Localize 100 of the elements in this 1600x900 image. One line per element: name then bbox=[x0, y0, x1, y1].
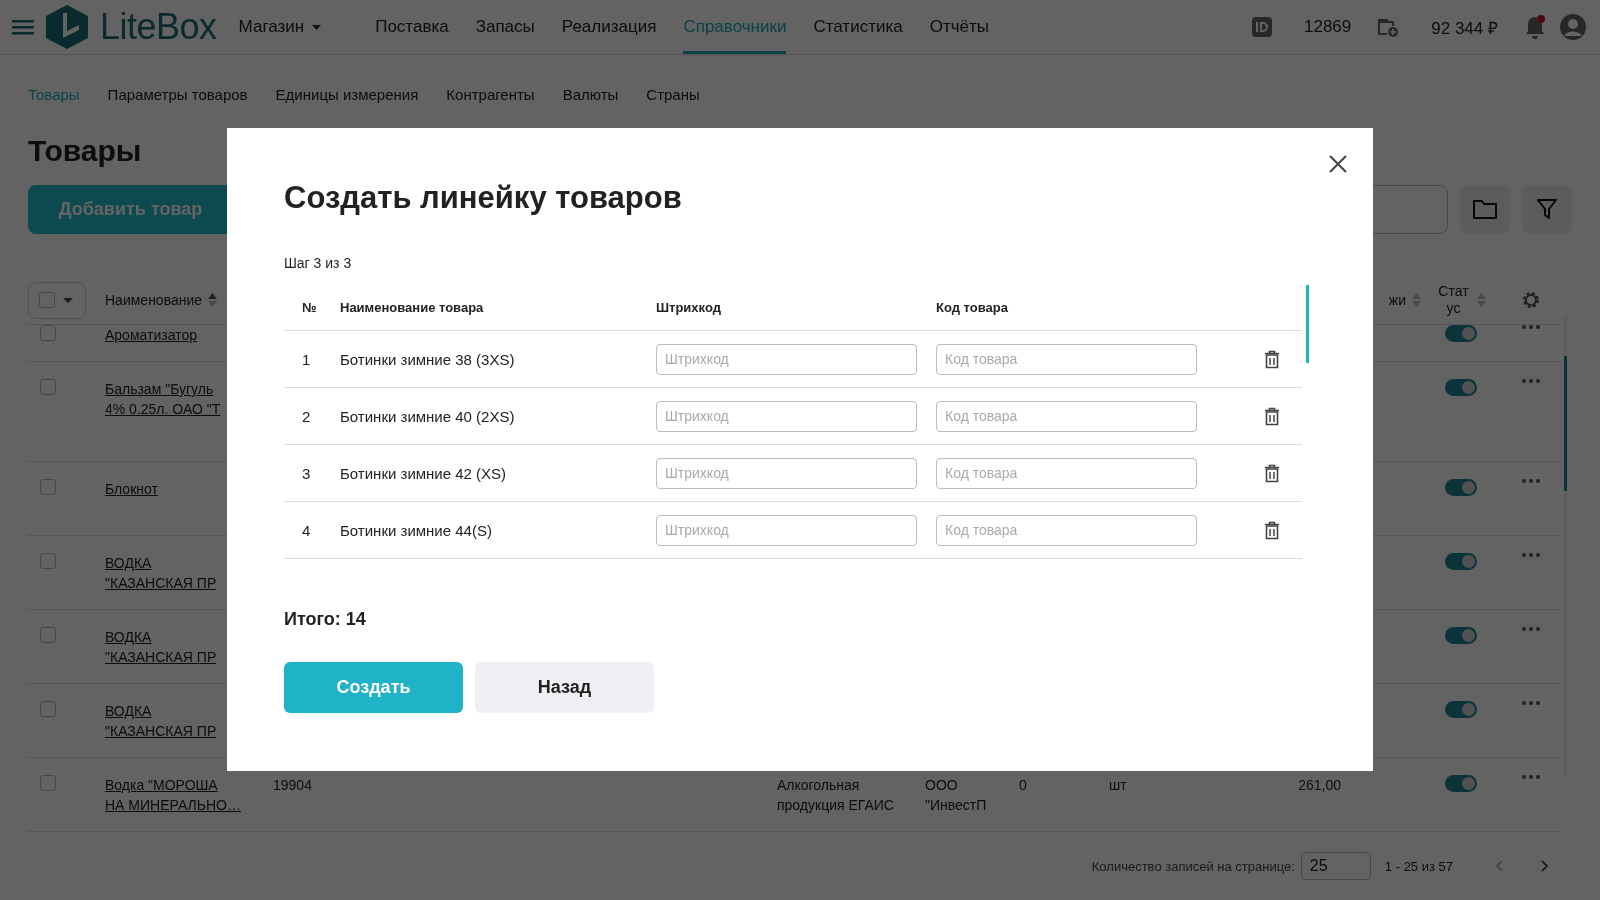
logo-icon bbox=[46, 5, 88, 49]
row-checkbox[interactable] bbox=[40, 325, 56, 341]
trash-icon[interactable] bbox=[1264, 406, 1280, 426]
trash-icon[interactable] bbox=[1264, 349, 1280, 369]
page-range: 1 - 25 из 57 bbox=[1384, 858, 1453, 874]
code-input[interactable]: Код товара bbox=[936, 514, 1197, 546]
total-count: Итого: 14 bbox=[284, 609, 366, 630]
menu-icon[interactable] bbox=[12, 19, 34, 35]
table-cell-text: 261,00 bbox=[1298, 776, 1341, 795]
subnav-tab[interactable]: Параметры товаров bbox=[107, 84, 248, 104]
folder-button[interactable] bbox=[1460, 184, 1510, 234]
nav-tab[interactable]: Поставка bbox=[375, 0, 449, 54]
row-number: 1 bbox=[302, 350, 311, 368]
more-icon[interactable] bbox=[1522, 379, 1540, 383]
product-name-link[interactable]: Ароматизатор bbox=[105, 325, 197, 345]
column-header[interactable]: Наименование bbox=[105, 292, 203, 308]
table-cell-text: шт bbox=[1109, 776, 1127, 795]
row-checkbox[interactable] bbox=[40, 627, 56, 643]
select-all-dropdown[interactable] bbox=[28, 281, 86, 319]
modal-title: Создать линейку товаров bbox=[284, 179, 682, 217]
more-icon[interactable] bbox=[1522, 627, 1540, 631]
row-checkbox[interactable] bbox=[40, 775, 56, 791]
nav-tab[interactable]: Запасы bbox=[475, 0, 535, 54]
chevron-left-icon[interactable] bbox=[1495, 860, 1503, 872]
balance: 92 344 ₽ bbox=[1430, 17, 1498, 39]
status-toggle[interactable] bbox=[1445, 479, 1477, 496]
subnav-tab[interactable]: Товары bbox=[28, 84, 80, 104]
logo-text: LiteBox bbox=[100, 6, 217, 48]
more-icon[interactable] bbox=[1522, 775, 1540, 779]
table-cell-text: 19904 bbox=[273, 776, 312, 795]
create-button[interactable]: Создать bbox=[284, 662, 463, 713]
chevron-right-icon[interactable] bbox=[1541, 860, 1549, 872]
trash-icon[interactable] bbox=[1264, 463, 1280, 483]
row-number: 3 bbox=[302, 464, 311, 482]
code-input[interactable]: Код товара bbox=[936, 457, 1197, 489]
row-checkbox[interactable] bbox=[40, 701, 56, 717]
nav-tab[interactable]: Отчёты bbox=[929, 0, 990, 54]
settings-icon[interactable] bbox=[1521, 290, 1541, 310]
status-toggle[interactable] bbox=[1445, 775, 1477, 792]
column-header[interactable]: Статус bbox=[1436, 283, 1471, 317]
filter-button[interactable] bbox=[1522, 184, 1572, 234]
product-name: Ботинки зимние 40 (2XS) bbox=[340, 407, 515, 425]
product-name-link[interactable]: ВОДКА "КАЗАНСКАЯ ПР bbox=[105, 627, 217, 667]
code-input[interactable]: Код товара bbox=[936, 400, 1197, 432]
status-toggle[interactable] bbox=[1445, 553, 1477, 570]
sort-icon[interactable] bbox=[1412, 293, 1421, 307]
folder-icon bbox=[1472, 198, 1498, 220]
row-number: 4 bbox=[302, 521, 311, 539]
subnav-tab[interactable]: Единицы измерения bbox=[275, 84, 419, 104]
avatar-icon[interactable] bbox=[1560, 14, 1586, 40]
row-checkbox[interactable] bbox=[40, 379, 56, 395]
bell-icon[interactable] bbox=[1524, 15, 1546, 39]
column-header: № bbox=[302, 300, 317, 315]
barcode-input[interactable]: Штрихкод bbox=[656, 514, 917, 546]
status-toggle[interactable] bbox=[1445, 627, 1477, 644]
product-name: Ботинки зимние 38 (3XS) bbox=[340, 350, 515, 368]
nav-tab[interactable]: Реализация bbox=[561, 0, 657, 54]
subnav-tab[interactable]: Контрагенты bbox=[446, 84, 535, 104]
status-toggle[interactable] bbox=[1445, 325, 1477, 342]
caret-icon bbox=[312, 24, 322, 30]
nav-tab[interactable]: Статистика bbox=[813, 0, 903, 54]
product-name-link[interactable]: Водка "МОРОША НА МИНЕРАЛЬНО… bbox=[105, 775, 241, 815]
nav-tab[interactable]: Справочники bbox=[683, 0, 787, 54]
status-toggle[interactable] bbox=[1445, 701, 1477, 718]
product-name-link[interactable]: Блокнот bbox=[105, 479, 158, 499]
product-name-link[interactable]: Бальзам "Бугуль 4% 0.25л. ОАО "Т bbox=[105, 379, 221, 419]
close-icon[interactable] bbox=[1329, 155, 1347, 173]
column-header[interactable]: жи bbox=[1388, 292, 1406, 308]
store-dropdown[interactable]: Магазин bbox=[238, 17, 322, 37]
barcode-input[interactable]: Штрихкод bbox=[656, 343, 917, 375]
back-button[interactable]: Назад bbox=[475, 662, 654, 713]
subnav-tab[interactable]: Валюты bbox=[562, 84, 619, 104]
barcode-input[interactable]: Штрихкод bbox=[656, 400, 917, 432]
code-input[interactable]: Код товара bbox=[936, 343, 1197, 375]
per-page-label: Количество записей на странице: bbox=[1091, 858, 1295, 874]
row-checkbox[interactable] bbox=[40, 553, 56, 569]
product-name-link[interactable]: ВОДКА "КАЗАНСКАЯ ПР bbox=[105, 553, 217, 593]
more-icon[interactable] bbox=[1522, 325, 1540, 329]
row-number: 2 bbox=[302, 407, 311, 425]
more-icon[interactable] bbox=[1522, 553, 1540, 557]
subnav-tab[interactable]: Страны bbox=[646, 84, 700, 104]
column-header: Штрихкод bbox=[656, 300, 721, 315]
more-icon[interactable] bbox=[1522, 701, 1540, 705]
page-title: Товары bbox=[28, 133, 142, 169]
barcode-input[interactable]: Штрихкод bbox=[656, 457, 917, 489]
status-toggle[interactable] bbox=[1445, 379, 1477, 396]
sort-icon[interactable] bbox=[208, 293, 218, 307]
table-cell-text: Алкогольная продукция ЕГАИС bbox=[777, 776, 895, 815]
trash-icon[interactable] bbox=[1264, 520, 1280, 540]
caret-icon bbox=[63, 297, 73, 303]
product-name-link[interactable]: ВОДКА "КАЗАНСКАЯ ПР bbox=[105, 701, 217, 741]
product-name: Ботинки зимние 44(S) bbox=[340, 521, 492, 539]
column-header: Код товара bbox=[936, 300, 1008, 315]
more-icon[interactable] bbox=[1522, 479, 1540, 483]
product-name: Ботинки зимние 42 (XS) bbox=[340, 464, 507, 482]
sort-icon[interactable] bbox=[1476, 293, 1486, 307]
row-checkbox[interactable] bbox=[40, 479, 56, 495]
step-indicator: Шаг 3 из 3 bbox=[284, 255, 352, 271]
table-cell-text: 0 bbox=[1019, 776, 1027, 795]
per-page-select[interactable]: 25 bbox=[1300, 852, 1371, 880]
